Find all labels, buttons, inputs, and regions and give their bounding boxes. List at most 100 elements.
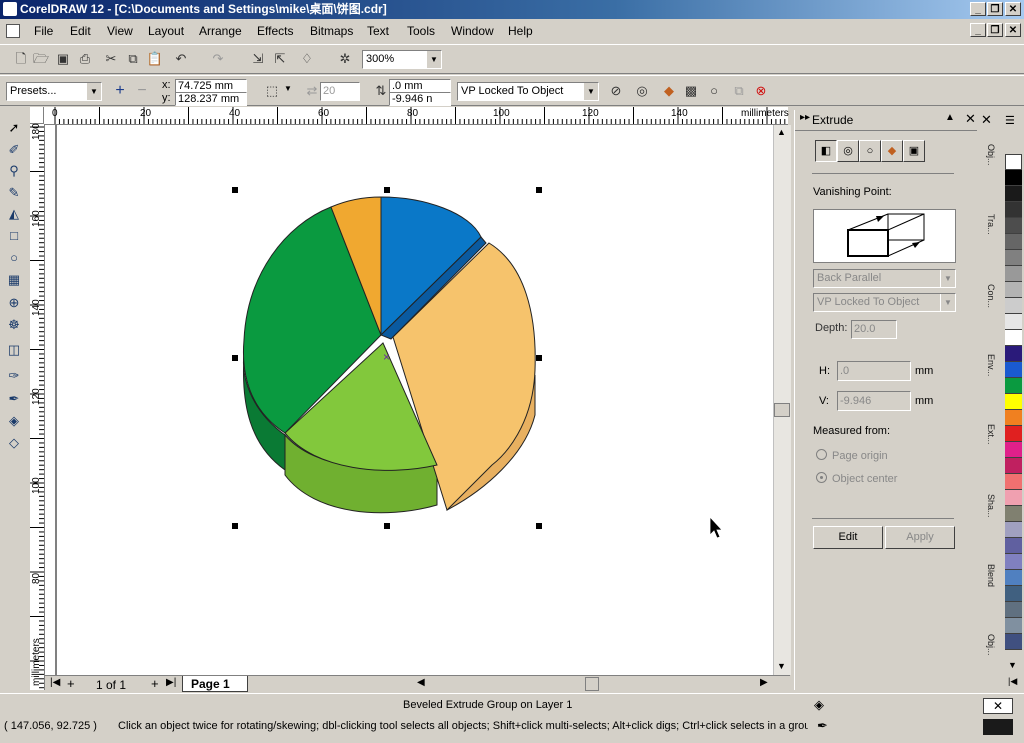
center-marker[interactable]: ×: [383, 350, 390, 364]
basic-shapes-icon[interactable]: ⊕: [4, 293, 24, 313]
zoom-tool-icon[interactable]: ⚲: [4, 161, 24, 181]
page-tab[interactable]: Page 1: [182, 676, 248, 692]
menu-file[interactable]: File: [34, 24, 53, 38]
scroll-right-icon[interactable]: ▶: [760, 677, 768, 688]
extrusion-type-icon[interactable]: ⬚: [263, 82, 281, 100]
doc-close-button[interactable]: ✕: [1005, 23, 1021, 37]
smart-fill-icon[interactable]: ◭: [4, 204, 24, 224]
copy-icon[interactable]: ⧉: [124, 50, 142, 68]
copy-properties-icon[interactable]: ⧉: [730, 82, 748, 100]
palette-swatch[interactable]: [1005, 602, 1022, 618]
palette-swatch[interactable]: [1005, 538, 1022, 554]
add-preset-icon[interactable]: +: [111, 82, 129, 100]
pick-tool-icon[interactable]: ➚: [4, 118, 24, 138]
depth-field[interactable]: 20.0: [851, 320, 897, 339]
polygon-tool-icon[interactable]: ▦: [4, 270, 24, 290]
tab-extrude[interactable]: Ext...: [978, 424, 996, 445]
vp-lock-select[interactable]: VP Locked To Object ▼: [813, 293, 956, 312]
color-icon[interactable]: ◆: [660, 82, 678, 100]
v-field[interactable]: -9.946: [837, 391, 911, 411]
palette-menu-icon[interactable]: ☰: [1005, 114, 1015, 127]
palette-swatch[interactable]: [1005, 154, 1022, 170]
shape-tool-icon[interactable]: ✐: [4, 140, 24, 160]
palette-swatch[interactable]: [1005, 458, 1022, 474]
palette-swatch[interactable]: [1005, 362, 1022, 378]
vp-type-select[interactable]: Back Parallel ▼: [813, 269, 956, 288]
fill-none-swatch[interactable]: ✕: [983, 698, 1013, 714]
interactive-fill-icon[interactable]: ◇: [4, 433, 24, 453]
corel-online-icon[interactable]: ✲: [336, 50, 354, 68]
cut-icon[interactable]: ✂: [102, 50, 120, 68]
chevron-down-icon[interactable]: ▼: [940, 294, 955, 311]
palette-swatch[interactable]: [1005, 298, 1022, 314]
palette-swatch[interactable]: [1005, 554, 1022, 570]
tab-object-properties[interactable]: Obj...: [978, 144, 996, 166]
y-position-field[interactable]: 128.237 mm: [175, 92, 247, 106]
menu-text[interactable]: Text: [367, 24, 389, 38]
tab-contour[interactable]: Con...: [978, 284, 996, 308]
docker-close-icon[interactable]: ✕: [965, 111, 976, 127]
palette-expand-icon[interactable]: |◀: [1008, 676, 1017, 687]
eyedropper-icon[interactable]: ✑: [4, 366, 24, 386]
import-icon[interactable]: ⇲: [249, 50, 267, 68]
chevron-down-icon[interactable]: ▼: [284, 84, 292, 93]
palette-swatch[interactable]: [1005, 586, 1022, 602]
save-icon[interactable]: ▣: [54, 50, 72, 68]
add-page-after-icon[interactable]: +: [151, 676, 159, 691]
outline-color-swatch[interactable]: [983, 719, 1013, 735]
palette-swatch[interactable]: [1005, 426, 1022, 442]
palette-swatch[interactable]: [1005, 522, 1022, 538]
last-page-icon[interactable]: ▶|: [166, 677, 176, 688]
fill-tool-icon[interactable]: ◈: [4, 411, 24, 431]
palette-swatch[interactable]: [1005, 282, 1022, 298]
minimize-button[interactable]: _: [970, 2, 986, 16]
remove-preset-icon[interactable]: −: [133, 82, 151, 100]
palette-swatch[interactable]: [1005, 218, 1022, 234]
palette-swatch[interactable]: [1005, 186, 1022, 202]
tab-envelope[interactable]: Env...: [978, 354, 996, 376]
add-page-before-icon[interactable]: +: [67, 676, 75, 691]
maximize-button[interactable]: ❐: [987, 2, 1003, 16]
apply-button[interactable]: Apply: [885, 526, 955, 549]
redo-icon[interactable]: ↷: [209, 50, 227, 68]
doc-minimize-button[interactable]: _: [970, 23, 986, 37]
lighting-icon[interactable]: ○: [705, 82, 723, 100]
rectangle-tool-icon[interactable]: □: [4, 226, 24, 246]
vp-y-field[interactable]: -9.946 n: [389, 92, 451, 106]
h-field[interactable]: .0: [837, 361, 911, 381]
paste-icon[interactable]: 📋: [146, 50, 164, 68]
x-position-field[interactable]: 74.725 mm: [175, 79, 247, 93]
palette-scroll-down-icon[interactable]: ▼: [1008, 660, 1017, 670]
doc-restore-button[interactable]: ❐: [987, 23, 1003, 37]
print-icon[interactable]: ⎙: [76, 50, 94, 68]
palette-swatch[interactable]: [1005, 618, 1022, 634]
interactive-tool-icon[interactable]: ◫: [4, 340, 24, 360]
vp-lock-icon[interactable]: ⊘: [607, 82, 625, 100]
close-button[interactable]: ✕: [1005, 2, 1021, 16]
fill-indicator-icon[interactable]: ◈: [814, 697, 824, 713]
export-icon[interactable]: ⇱: [271, 50, 289, 68]
docker-collapse-icon[interactable]: ▲: [945, 112, 955, 123]
palette-swatch[interactable]: [1005, 410, 1022, 426]
bevel-icon[interactable]: ▩: [682, 82, 700, 100]
depth-spinner[interactable]: 20: [320, 82, 360, 101]
edit-button[interactable]: Edit: [813, 526, 883, 549]
palette-swatch[interactable]: [1005, 266, 1022, 282]
scroll-thumb[interactable]: [774, 403, 790, 417]
palette-swatch[interactable]: [1005, 506, 1022, 522]
palette-swatch[interactable]: [1005, 170, 1022, 186]
palette-swatch[interactable]: [1005, 634, 1022, 650]
palette-swatch[interactable]: [1005, 330, 1022, 346]
menu-view[interactable]: View: [107, 24, 133, 38]
drawing-canvas[interactable]: ×: [45, 125, 773, 675]
palette-swatch[interactable]: [1005, 394, 1022, 410]
tabs-close-icon[interactable]: ✕: [981, 112, 992, 128]
h-scroll-thumb[interactable]: [585, 677, 599, 691]
palette-swatch[interactable]: [1005, 314, 1022, 330]
palette-swatch[interactable]: [1005, 234, 1022, 250]
outline-tool-icon[interactable]: ✒: [4, 389, 24, 409]
freehand-tool-icon[interactable]: ✎: [4, 183, 24, 203]
palette-swatch[interactable]: [1005, 490, 1022, 506]
menu-help[interactable]: Help: [508, 24, 533, 38]
palette-swatch[interactable]: [1005, 202, 1022, 218]
